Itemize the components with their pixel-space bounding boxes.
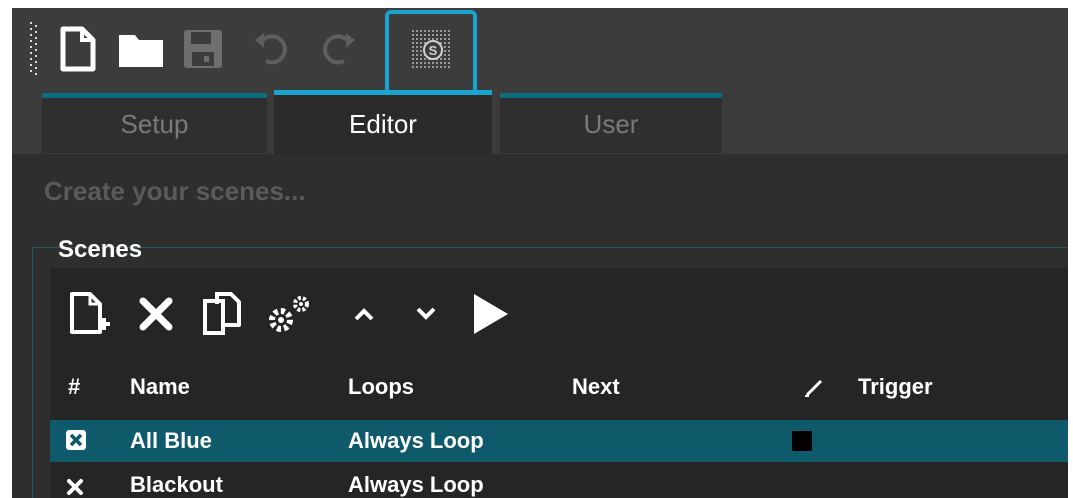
tab-user-label: User xyxy=(583,109,639,139)
scene-name-cell: All Blue xyxy=(130,428,212,453)
duplicate-icon xyxy=(203,292,241,335)
delete-scene-button[interactable] xyxy=(134,290,178,338)
editor-content: Create your scenes... Scenes # Name Loop… xyxy=(12,154,1068,498)
undo-button[interactable] xyxy=(250,26,294,72)
scenes-group-border-left xyxy=(32,247,33,498)
redo-icon xyxy=(323,33,355,65)
open-folder-button[interactable] xyxy=(116,26,166,72)
new-file-button[interactable] xyxy=(56,26,100,72)
scene-loops-cell: Always Loop xyxy=(348,472,484,497)
scene-color-swatch[interactable] xyxy=(792,431,812,451)
play-icon xyxy=(474,294,508,334)
chevron-down-icon xyxy=(416,307,436,320)
move-up-button[interactable] xyxy=(346,290,382,338)
delete-icon xyxy=(139,297,173,331)
add-scene-button[interactable] xyxy=(66,290,114,338)
toolbar-grip-icon[interactable] xyxy=(30,22,38,78)
tab-user[interactable]: User xyxy=(500,93,722,153)
scene-name-cell: Blackout xyxy=(130,472,223,497)
toolbar-highlight-frame xyxy=(385,10,477,96)
row-delete-icon[interactable] xyxy=(66,476,84,498)
scene-settings-button[interactable] xyxy=(264,290,314,338)
column-header-trigger[interactable]: Trigger xyxy=(858,374,933,400)
column-header-next[interactable]: Next xyxy=(572,374,620,400)
table-row[interactable]: Blackout Always Loop xyxy=(50,464,1068,498)
main-toolbar: S xyxy=(12,8,1068,96)
tab-editor-label: Editor xyxy=(349,109,417,139)
table-row[interactable]: All Blue Always Loop xyxy=(50,420,1068,462)
column-header-index: # xyxy=(68,374,81,399)
pen-icon xyxy=(805,379,823,397)
add-file-icon xyxy=(70,292,110,334)
app-window: S Setup Editor User Create your scenes..… xyxy=(12,8,1068,498)
move-down-button[interactable] xyxy=(408,290,444,338)
column-header-loops[interactable]: Loops xyxy=(348,374,414,400)
page-subtitle: Create your scenes... xyxy=(44,176,306,206)
column-header-name[interactable]: Name xyxy=(130,374,190,400)
tab-setup-label: Setup xyxy=(120,109,189,139)
save-button[interactable] xyxy=(180,26,226,72)
scene-loops-cell: Always Loop xyxy=(348,428,484,453)
tab-editor[interactable]: Editor xyxy=(274,90,492,154)
duplicate-scene-button[interactable] xyxy=(198,290,246,338)
tab-setup[interactable]: Setup xyxy=(42,93,267,153)
scenes-group-border xyxy=(32,247,1068,248)
row-check-icon[interactable] xyxy=(66,430,86,456)
new-file-icon xyxy=(60,26,96,72)
scenes-panel: # Name Loops Next Trigger All Blue Alway… xyxy=(50,268,1068,498)
chevron-up-icon xyxy=(354,308,374,321)
scenes-heading: Scenes xyxy=(58,236,143,263)
folder-icon xyxy=(119,35,163,67)
gears-icon xyxy=(269,296,309,332)
save-icon xyxy=(184,30,222,68)
redo-button[interactable] xyxy=(316,26,360,72)
undo-icon xyxy=(255,33,287,65)
column-header-edit xyxy=(804,378,824,404)
play-scene-button[interactable] xyxy=(468,290,512,338)
